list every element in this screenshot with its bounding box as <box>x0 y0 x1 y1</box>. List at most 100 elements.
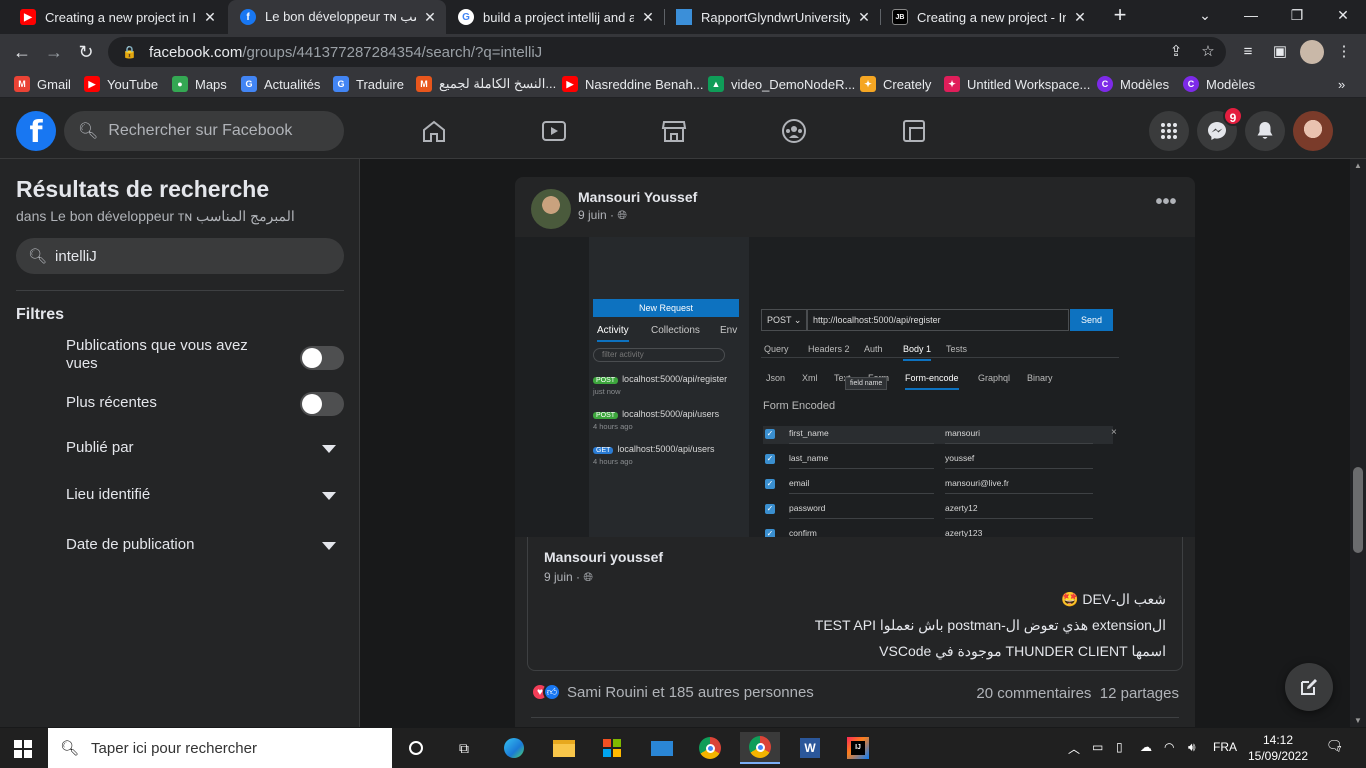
reload-icon[interactable]: ↻ <box>74 40 98 64</box>
marketplace-icon[interactable] <box>660 118 688 144</box>
new-tab-button[interactable]: + <box>1108 4 1132 28</box>
word-icon[interactable]: W <box>790 732 830 764</box>
video-icon[interactable] <box>540 118 568 144</box>
bookmark-item[interactable]: G Actualités <box>241 75 320 93</box>
edge-icon[interactable] <box>494 732 534 764</box>
caret-down-icon[interactable] <box>322 542 336 550</box>
address-bar[interactable]: 🔒 facebook.com/groups/441377287284354/se… <box>108 37 1226 67</box>
post-image[interactable]: New Request Activity Collections Env fil… <box>515 237 1195 537</box>
tab-search-chevron-icon[interactable]: ⌄ <box>1182 0 1228 30</box>
battery-icon[interactable]: ▯ <box>1116 740 1123 754</box>
notification-center-icon[interactable]: 🗨︎ 7 <box>1326 738 1346 758</box>
wifi-icon[interactable]: ◠ <box>1164 740 1174 754</box>
mail-icon[interactable] <box>642 732 682 764</box>
facebook-logo[interactable]: f <box>16 111 56 151</box>
bookmark-item[interactable]: M Gmail <box>14 75 71 93</box>
menu-kebab-icon[interactable]: ⋮ <box>1334 42 1354 62</box>
post-author[interactable]: Mansouri Youssef <box>578 189 697 205</box>
close-tab-icon[interactable]: ✕ <box>856 9 872 26</box>
file-explorer-icon[interactable] <box>544 732 584 764</box>
browser-tab[interactable]: G build a project intellij and and ✕ <box>446 0 664 34</box>
filter-posted-by[interactable]: Publié par <box>66 439 346 456</box>
account-avatar[interactable] <box>1293 111 1333 151</box>
shared-post-date[interactable]: 9 juin · 🌐︎ <box>544 570 593 585</box>
gaming-icon[interactable] <box>900 118 928 144</box>
chrome-icon[interactable] <box>690 732 730 764</box>
taskbar-search-input[interactable]: 🔍︎ Taper ici pour rechercher <box>48 728 392 768</box>
bookmark-item[interactable]: G Traduire <box>333 75 404 93</box>
filter-date-posted[interactable]: Date de publication <box>66 536 346 553</box>
bookmark-item[interactable]: ▶ Nasreddine Benah... <box>562 75 704 93</box>
lock-icon[interactable]: 🔒 <box>122 45 137 59</box>
reactions-summary[interactable]: ♥ 👍︎ Sami Rouini et 185 autres personnes <box>531 683 814 701</box>
close-tab-icon[interactable]: ✕ <box>422 9 438 26</box>
notifications-bell-icon[interactable] <box>1245 111 1285 151</box>
post-date[interactable]: 9 juin · 🌐︎ <box>578 208 627 223</box>
input-language[interactable]: FRA <box>1213 740 1237 754</box>
side-panel-icon[interactable]: ▣ <box>1270 42 1290 62</box>
filter-seen-toggle[interactable] <box>300 346 344 370</box>
search-icon: 🔍︎ <box>78 123 99 140</box>
browser-tab[interactable]: ▶ Creating a new project in Inte ✕ <box>8 0 226 34</box>
like-reaction-icon: 👍︎ <box>543 683 561 701</box>
forward-arrow-icon[interactable]: → <box>42 40 66 64</box>
profile-avatar[interactable] <box>1300 40 1324 64</box>
browser-tab[interactable]: RapportGlyndwrUniversity-m ✕ <box>664 0 880 34</box>
bookmark-item[interactable]: C Modèles <box>1097 75 1169 93</box>
bookmark-item[interactable]: ▲ video_DemoNodeR... <box>708 75 855 93</box>
show-hidden-icons[interactable]: ︿ <box>1068 740 1080 757</box>
json-tab: Json <box>766 373 786 383</box>
meet-now-icon[interactable]: ▭ <box>1092 740 1103 754</box>
close-tab-icon[interactable]: ✕ <box>640 9 656 26</box>
shared-post-author[interactable]: Mansouri youssef <box>544 549 663 565</box>
new-message-button[interactable] <box>1285 663 1333 711</box>
shares-count[interactable]: 12 partages <box>1100 685 1179 702</box>
bookmarks-bar: M Gmail ▶ YouTube ● Maps G Actualités G Tradu… <box>0 70 1366 98</box>
youtube-icon: ▶ <box>20 9 36 25</box>
group-search-input[interactable]: 🔍︎ intelliJ <box>16 238 344 274</box>
back-arrow-icon[interactable]: ← <box>10 40 34 64</box>
bookmark-item[interactable]: ✦ Creately <box>860 75 931 93</box>
bookmark-star-icon[interactable]: ☆ <box>1198 42 1218 62</box>
groups-icon[interactable] <box>780 118 808 144</box>
chrome-active-icon[interactable] <box>740 732 780 764</box>
author-avatar[interactable] <box>531 189 571 229</box>
activity-item: POST localhost:5000/api/users 4 hours ago <box>593 409 720 431</box>
more-bookmarks-icon[interactable]: » <box>1338 75 1345 93</box>
facebook-search-input[interactable]: 🔍︎ Rechercher sur Facebook <box>64 111 344 151</box>
close-window-button[interactable]: ✕ <box>1320 0 1366 30</box>
filter-recent-toggle[interactable] <box>300 392 344 416</box>
comments-count[interactable]: 20 commentaires <box>976 685 1091 702</box>
task-view-icon[interactable]: ⧉ <box>444 732 484 764</box>
bookmark-item[interactable]: M النسخ الكاملة لجميع... <box>416 75 556 93</box>
scrollbar-thumb[interactable] <box>1353 467 1363 553</box>
shared-post[interactable]: Mansouri youssef 9 juin · 🌐︎ شعب ال-DEV … <box>527 537 1183 671</box>
close-tab-icon[interactable]: ✕ <box>1072 9 1088 26</box>
minimize-button[interactable]: — <box>1228 0 1274 30</box>
cortana-icon[interactable] <box>396 732 436 764</box>
menu-grid-icon[interactable] <box>1149 111 1189 151</box>
intellij-icon[interactable]: IJ <box>838 732 878 764</box>
more-options-icon[interactable]: ••• <box>1151 191 1181 221</box>
maximize-button[interactable]: ❐ <box>1274 0 1320 30</box>
share-icon[interactable]: ⇪ <box>1166 42 1186 62</box>
bookmark-item[interactable]: ● Maps <box>172 75 227 93</box>
caret-down-icon[interactable] <box>322 492 336 500</box>
page-scrollbar[interactable]: ▲ ▼ <box>1350 159 1366 727</box>
volume-icon[interactable]: 🔊︎ <box>1188 740 1196 755</box>
browser-tab[interactable]: JB Creating a new project - Intel ✕ <box>880 0 1096 34</box>
store-icon[interactable] <box>592 732 632 764</box>
windows-start-icon[interactable] <box>14 740 32 758</box>
bookmark-item[interactable]: ✦ Untitled Workspace... <box>944 75 1090 93</box>
onedrive-icon[interactable]: ☁ <box>1140 740 1152 754</box>
bookmark-item[interactable]: ▶ YouTube <box>84 75 158 93</box>
tab-title: Creating a new project - Intel <box>917 9 1066 25</box>
system-clock[interactable]: 14:12 15/09/2022 <box>1243 732 1313 764</box>
caret-down-icon[interactable] <box>322 445 336 453</box>
close-tab-icon[interactable]: ✕ <box>202 9 218 26</box>
media-icon[interactable]: ≡ <box>1238 42 1258 62</box>
home-icon[interactable] <box>420 118 448 144</box>
filter-tagged-location[interactable]: Lieu identifié <box>66 486 346 503</box>
bookmark-item[interactable]: C Modèles <box>1183 75 1255 93</box>
browser-tab-active[interactable]: f Le bon développeur ᴛɴ المبرمج المناسب … <box>228 0 446 34</box>
